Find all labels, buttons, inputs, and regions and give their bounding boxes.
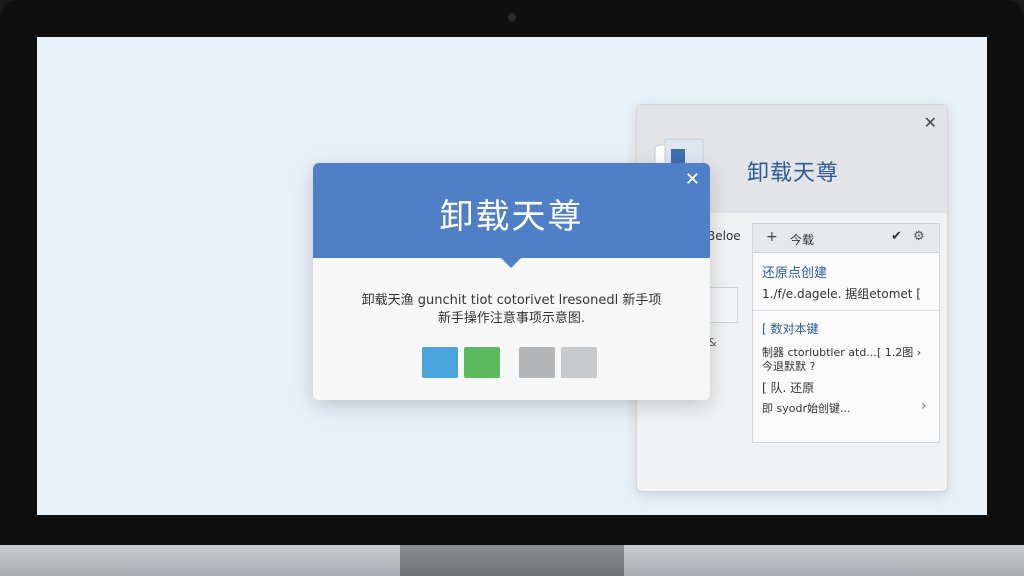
restore-title: [ 队. 还原 xyxy=(762,381,815,395)
restore-text: 即 syodr始创键... xyxy=(762,402,851,415)
section-line: 今退默默 ? xyxy=(762,360,816,373)
screen: 卸载天尊 ✕ Beloe & + 今载 ✔ ⚙ 还原点创建 1./f/e.dag… xyxy=(37,37,987,515)
gear-icon[interactable]: ⚙ xyxy=(913,229,925,244)
camera-icon xyxy=(507,12,517,22)
check-icon[interactable]: ✔ xyxy=(891,229,902,244)
close-icon[interactable]: ✕ xyxy=(924,113,937,132)
monitor-bezel: 卸载天尊 ✕ Beloe & + 今载 ✔ ⚙ 还原点创建 1./f/e.dag… xyxy=(0,0,1024,545)
section-title: [ 数对本键 xyxy=(762,322,819,336)
section-meta[interactable]: [ 1.2图 › xyxy=(877,344,921,360)
dialog-message: 卸载天渔 gunchit tiot cotorivet lresonedl 新手… xyxy=(361,293,662,308)
blue-button[interactable] xyxy=(422,347,458,378)
dialog-message: 新手操作注意事项示意图. xyxy=(437,311,586,326)
restore-point-title[interactable]: 还原点创建 xyxy=(762,262,827,281)
chevron-right-icon[interactable]: › xyxy=(921,398,927,414)
dialog-title: 卸载天尊 xyxy=(439,197,584,237)
plus-icon[interactable]: + xyxy=(766,229,778,245)
card-toolbar: + 今载 ✔ ⚙ xyxy=(753,224,939,253)
toolbar-label[interactable]: 今载 xyxy=(790,231,814,248)
header-notch xyxy=(501,258,521,268)
left-label: Beloe xyxy=(707,229,741,243)
gray-button[interactable] xyxy=(519,347,555,378)
monitor-stand xyxy=(400,545,624,576)
close-icon[interactable]: ✕ xyxy=(685,169,700,190)
back-panel-title: 卸载天尊 xyxy=(747,161,840,186)
dialog-header: 卸载天尊 ✕ xyxy=(313,163,710,258)
green-button[interactable] xyxy=(464,347,500,378)
light-gray-button[interactable] xyxy=(561,347,597,378)
divider xyxy=(753,310,939,311)
restore-point-text: 1./f/e.dagele. 据组etomet [ xyxy=(762,287,921,301)
restore-card: + 今载 ✔ ⚙ 还原点创建 1./f/e.dagele. 据组etomet [… xyxy=(752,223,940,443)
uninstall-dialog: 卸载天尊 ✕ 卸载天渔 gunchit tiot cotorivet lreso… xyxy=(313,163,710,400)
